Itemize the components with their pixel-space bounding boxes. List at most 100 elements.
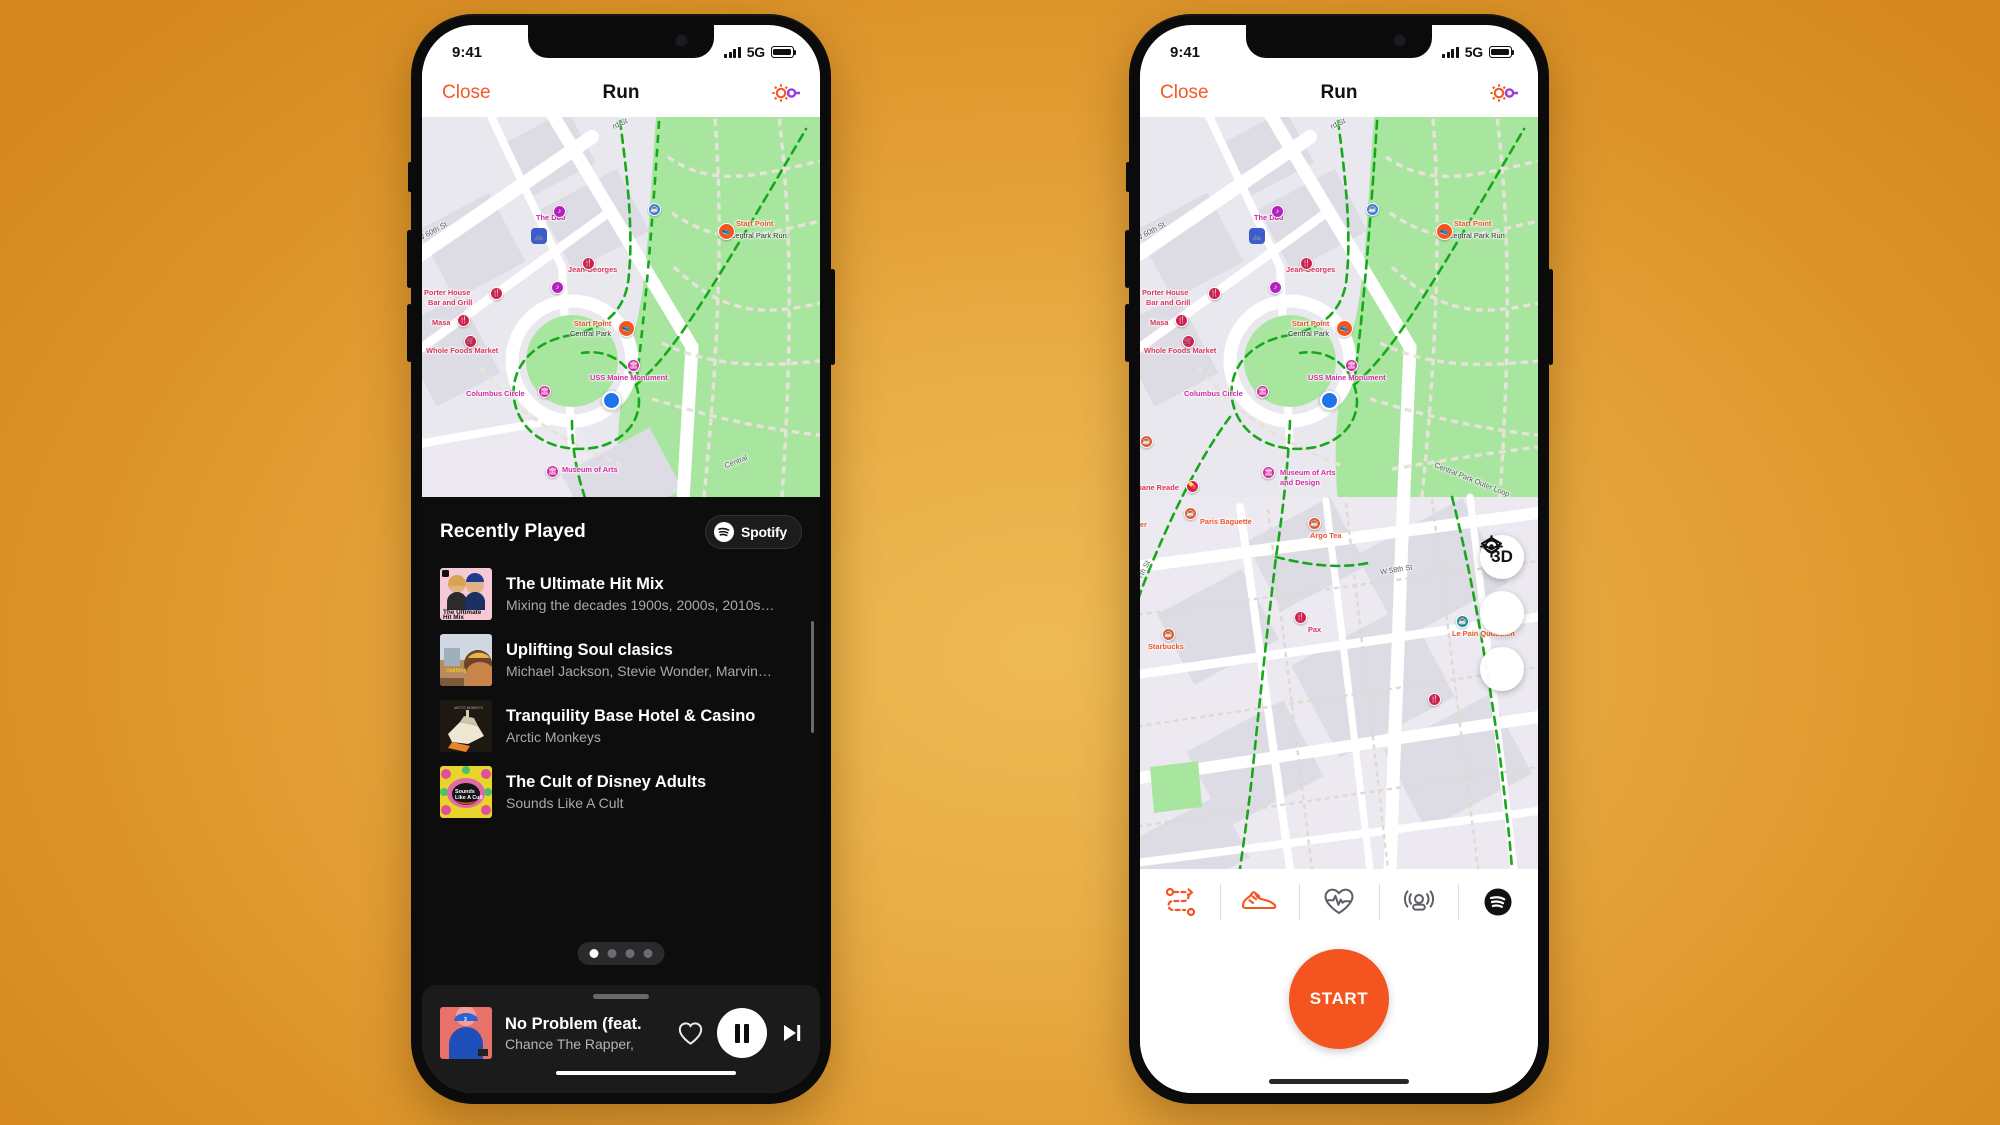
list-item[interactable]: Uplifting Uplifting Soul clasics Michael…	[440, 627, 820, 693]
skip-next-icon[interactable]	[780, 1022, 804, 1044]
spotify-icon	[713, 522, 734, 542]
start-point-pin[interactable]: 👟	[618, 320, 635, 337]
close-button[interactable]: Close	[442, 82, 491, 104]
start-point-label: Start Point	[1292, 319, 1330, 328]
route-button[interactable]	[1140, 881, 1220, 923]
map-pin-poi[interactable]: 🛒	[464, 335, 477, 348]
map-pin-poi[interactable]: 🏛	[1256, 385, 1269, 398]
start-point-sublabel: Central Park	[570, 329, 612, 338]
map-pin-poi[interactable]: ☕	[648, 203, 661, 216]
spotify-button[interactable]	[1458, 881, 1538, 923]
map-pin-poi[interactable]: ☕	[1184, 507, 1197, 520]
volume-down-button[interactable]	[407, 304, 412, 362]
battery-icon	[771, 46, 797, 58]
map-poi-label: Bar and Grill	[1146, 298, 1191, 307]
shoe-button[interactable]	[1219, 881, 1300, 923]
audiocue-button[interactable]	[1378, 881, 1459, 923]
map-pin-poi[interactable]: 🏛	[1345, 359, 1358, 372]
page-dot[interactable]	[625, 949, 635, 958]
playback-progress[interactable]	[556, 1071, 736, 1075]
map-pin-transit[interactable]: 🚲	[1249, 228, 1265, 244]
page-dot[interactable]	[607, 949, 617, 958]
screen-right: 9:41 5G Close Run rd St W 60th St The Du…	[1140, 25, 1538, 1093]
map-poi-label: urger	[1140, 520, 1147, 529]
settings-button[interactable]	[1488, 80, 1521, 106]
map-pin-poi[interactable]: ♪	[1269, 281, 1282, 294]
map-pin-poi[interactable]: 🏛	[627, 359, 640, 372]
heartrate-button[interactable]	[1299, 881, 1379, 923]
volume-up-button[interactable]	[1125, 230, 1130, 288]
start-point-pin[interactable]: 👟	[1436, 223, 1453, 240]
map-pin-poi[interactable]: 🍴	[1208, 287, 1221, 300]
map-poi-label: Bar and Grill	[428, 298, 473, 307]
now-playing-bar[interactable]: 3 No Problem (feat. Chance The Rapper,	[422, 985, 820, 1093]
map-pin-poi[interactable]: ☕	[1140, 435, 1153, 448]
map-left[interactable]: rd St W 60th St The Duo Jean-Georges Por…	[422, 117, 820, 497]
list-item[interactable]: Sounds Like A Cult The Cult of Disney Ad…	[440, 759, 820, 825]
map-pin-poi[interactable]: 🍴	[457, 314, 470, 327]
settings-button[interactable]	[770, 80, 803, 106]
music-panel-header: Recently Played Spotify	[422, 497, 820, 561]
pause-icon	[744, 1023, 750, 1043]
map-pin-poi[interactable]: ♪	[1271, 205, 1284, 218]
track-subtitle: Sounds Like A Cult	[506, 795, 624, 811]
map-pin-poi[interactable]: 🍴	[1175, 314, 1188, 327]
map-pin-poi[interactable]: ☕	[1162, 628, 1175, 641]
track-list[interactable]: The Ultimate Hit Mix The Ultimate Hit Mi…	[422, 561, 820, 825]
map-pin-poi[interactable]: ♪	[551, 281, 564, 294]
map-pin-poi[interactable]: 🏛	[1262, 466, 1275, 479]
album-art: The Ultimate Hit Mix	[440, 568, 492, 620]
map-pin-poi[interactable]: ☕	[1366, 203, 1379, 216]
map-pin-poi[interactable]: ☕	[1456, 615, 1469, 628]
map-pin-poi[interactable]: 🍴	[1294, 611, 1307, 624]
map-poi-label: and Design	[1280, 478, 1320, 487]
svg-text:Uplifting: Uplifting	[446, 668, 466, 674]
start-point-label: Start Point	[574, 319, 612, 328]
phone-right: 9:41 5G Close Run rd St W 60th St The Du…	[1125, 14, 1553, 1104]
sheet-grabber[interactable]	[593, 994, 649, 999]
heart-icon[interactable]	[677, 1021, 704, 1046]
start-point-pin[interactable]: 👟	[1336, 320, 1353, 337]
notch	[1246, 25, 1432, 58]
list-scrollbar[interactable]	[811, 621, 814, 733]
run-toolbar	[1140, 869, 1538, 935]
map-pin-poi[interactable]: 🛒	[1182, 335, 1195, 348]
map-pin-poi[interactable]: 🏛	[546, 465, 559, 478]
start-button[interactable]: START	[1289, 949, 1389, 1049]
list-item[interactable]: ARCTIC MONKEYS Tranquility Base Hotel & …	[440, 693, 820, 759]
map-pin-poi[interactable]: ☕	[1308, 517, 1321, 530]
start-button-wrap: START	[1140, 935, 1538, 1049]
map-pin-poi[interactable]: 🍴	[1428, 693, 1441, 706]
layers-button[interactable]	[1480, 536, 1524, 635]
spotify-provider-button[interactable]: Spotify	[704, 515, 802, 549]
map-pin-poi[interactable]: 💊	[1186, 480, 1199, 493]
home-indicator[interactable]	[1269, 1079, 1409, 1084]
silent-switch[interactable]	[408, 162, 412, 192]
locate-button[interactable]	[1480, 535, 1524, 691]
close-button[interactable]: Close	[1160, 82, 1209, 104]
map-right[interactable]: rd St W 60th St The Duo Jean-Georges Por…	[1140, 117, 1538, 869]
page-dot[interactable]	[589, 949, 599, 958]
status-indicators: 5G	[1441, 44, 1515, 60]
silent-switch[interactable]	[1126, 162, 1130, 192]
list-item[interactable]: The Ultimate Hit Mix The Ultimate Hit Mi…	[440, 561, 820, 627]
pause-button[interactable]	[717, 1008, 767, 1058]
map-pin-transit[interactable]: 🚲	[531, 228, 547, 244]
power-button[interactable]	[1548, 269, 1553, 365]
heart-rate-icon	[1324, 888, 1354, 915]
map-poi-label: Duane Reade	[1140, 483, 1179, 492]
map-poi-label: Pax	[1308, 625, 1322, 634]
map-pin-poi[interactable]: 🍴	[490, 287, 503, 300]
map-pin-poi[interactable]: 🏛	[538, 385, 551, 398]
power-button[interactable]	[830, 269, 835, 365]
page-dot[interactable]	[643, 949, 653, 958]
volume-down-button[interactable]	[1125, 304, 1130, 362]
map-pin-poi[interactable]: 🍴	[582, 257, 595, 270]
page-indicator[interactable]	[577, 942, 665, 965]
start-point-pin[interactable]: 👟	[718, 223, 735, 240]
map-pin-poi[interactable]: 🍴	[1300, 257, 1313, 270]
spotify-label: Spotify	[740, 524, 787, 540]
track-title: The Ultimate Hit Mix	[506, 575, 664, 593]
map-pin-poi[interactable]: ♪	[553, 205, 566, 218]
volume-up-button[interactable]	[407, 230, 412, 288]
